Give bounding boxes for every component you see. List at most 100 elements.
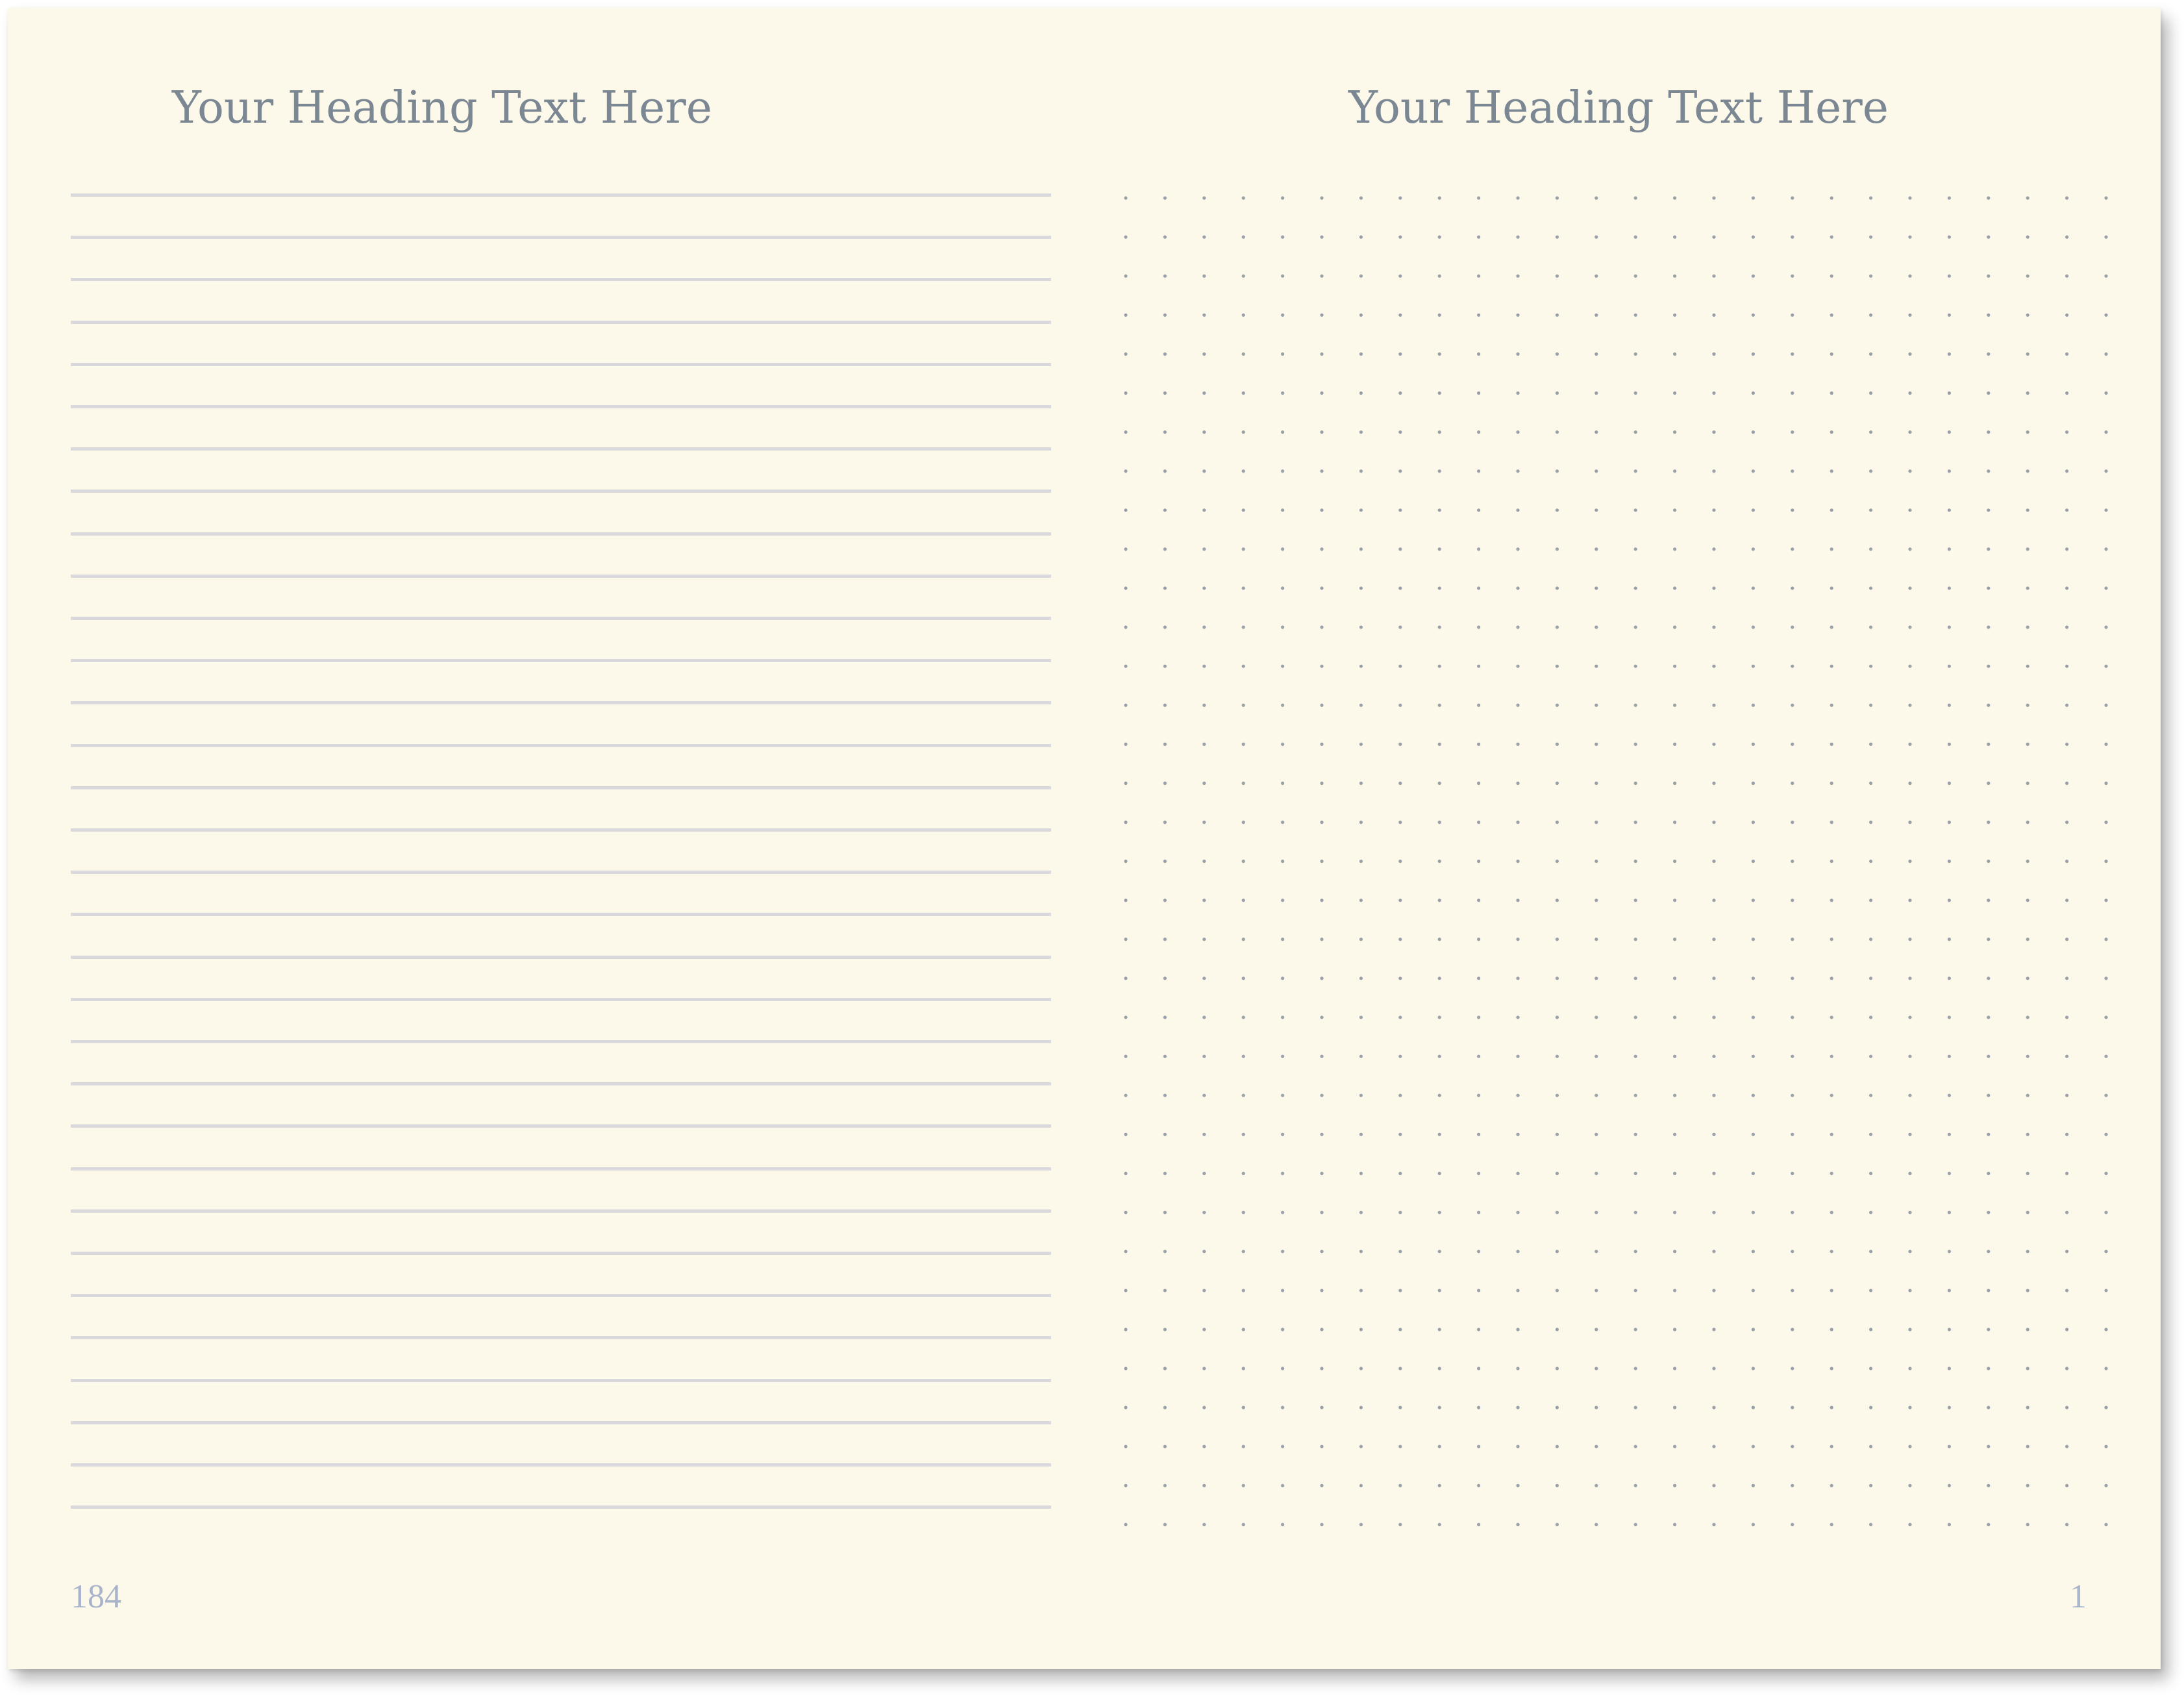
- ruled-line: [71, 617, 1051, 620]
- grid-dot: [1202, 781, 1206, 786]
- grid-dot: [1987, 352, 1991, 356]
- grid-dot: [2065, 1211, 2069, 1215]
- notebook-spread: Your Heading Text Here 184 Your Heading …: [8, 8, 2161, 1669]
- grid-dot: [1124, 196, 1128, 200]
- grid-dot: [1595, 196, 1598, 200]
- grid-dot: [1751, 976, 1755, 980]
- grid-dot: [2026, 547, 2029, 551]
- grid-dot: [1673, 1406, 1677, 1409]
- grid-dot: [1947, 625, 1951, 629]
- grid-dot: [1830, 1522, 1833, 1526]
- grid-dot: [1359, 391, 1363, 395]
- grid-dot: [1791, 508, 1794, 512]
- grid-dot: [1281, 1211, 1285, 1215]
- grid-dot: [1241, 352, 1245, 356]
- grid-dot: [1595, 508, 1598, 512]
- grid-dot: [1124, 430, 1128, 434]
- grid-dot: [2026, 391, 2029, 395]
- grid-dot: [1869, 274, 1873, 278]
- grid-dot: [1791, 1211, 1794, 1215]
- grid-dot: [1241, 196, 1245, 200]
- grid-dot: [1947, 391, 1951, 395]
- grid-dot: [1712, 703, 1716, 707]
- grid-dot: [1751, 274, 1755, 278]
- grid-dot: [1595, 391, 1598, 395]
- grid-dot: [1947, 1093, 1951, 1097]
- grid-dot: [2026, 1171, 2029, 1176]
- grid-dot: [1320, 1054, 1324, 1058]
- grid-dot: [1124, 508, 1128, 512]
- grid-dot: [1477, 235, 1481, 239]
- grid-dot: [1320, 1015, 1324, 1019]
- grid-dot: [1437, 508, 1441, 512]
- grid-dot: [1398, 1171, 1402, 1176]
- grid-dot: [1437, 1015, 1441, 1019]
- grid-dot: [1477, 664, 1481, 668]
- grid-dot: [1987, 1444, 1991, 1448]
- grid-dot: [1202, 547, 1206, 551]
- grid-dot: [1437, 1522, 1441, 1526]
- grid-dot: [1437, 821, 1441, 824]
- grid-dot: [1241, 1250, 1245, 1254]
- grid-dot: [1673, 1522, 1677, 1526]
- grid-dot: [1163, 391, 1167, 395]
- grid-dot: [1908, 664, 1912, 668]
- grid-dot: [1202, 821, 1206, 824]
- grid-dot: [2065, 1132, 2069, 1136]
- grid-dot: [1633, 352, 1637, 356]
- grid-dot: [2104, 235, 2108, 239]
- grid-dot: [1830, 1015, 1833, 1019]
- grid-dot: [2026, 1211, 2029, 1215]
- grid-dot: [1398, 625, 1402, 629]
- grid-dot: [1987, 1522, 1991, 1526]
- grid-dot: [1987, 235, 1991, 239]
- grid-dot: [2026, 1406, 2029, 1409]
- grid-dot: [1555, 586, 1559, 590]
- grid-dot: [1633, 1406, 1637, 1409]
- grid-dot: [2104, 430, 2108, 434]
- grid-dot: [2065, 781, 2069, 786]
- grid-dot: [1516, 1093, 1520, 1097]
- grid-dot: [2065, 586, 2069, 590]
- grid-dot: [1437, 664, 1441, 668]
- grid-dot: [1241, 1015, 1245, 1019]
- grid-dot: [1477, 898, 1481, 902]
- grid-dot: [1320, 469, 1324, 473]
- grid-dot: [1751, 860, 1755, 863]
- grid-dot: [1673, 274, 1677, 278]
- grid-dot: [2065, 1171, 2069, 1176]
- grid-dot: [1437, 469, 1441, 473]
- grid-dot: [1516, 1289, 1520, 1293]
- grid-dot: [1163, 821, 1167, 824]
- grid-dot: [1791, 196, 1794, 200]
- grid-dot: [1516, 625, 1520, 629]
- grid-dot: [1987, 781, 1991, 786]
- grid-dot: [1869, 703, 1873, 707]
- grid-dot: [1947, 235, 1951, 239]
- grid-dot: [1633, 469, 1637, 473]
- grid-dot: [1633, 547, 1637, 551]
- grid-dot: [1281, 313, 1285, 317]
- grid-dot: [1124, 703, 1128, 707]
- grid-dot: [1908, 625, 1912, 629]
- grid-dot: [1359, 1522, 1363, 1526]
- grid-dot: [1320, 196, 1324, 200]
- grid-dot: [1398, 469, 1402, 473]
- grid-dot: [1595, 1367, 1598, 1370]
- grid-dot: [1633, 703, 1637, 707]
- grid-dot: [2104, 1250, 2108, 1254]
- grid-dot: [1595, 1289, 1598, 1293]
- grid-dot: [1163, 976, 1167, 980]
- grid-dot: [1555, 860, 1559, 863]
- grid-dot: [1947, 508, 1951, 512]
- grid-dot: [1477, 1171, 1481, 1176]
- grid-dot: [1791, 625, 1794, 629]
- grid-dot: [1908, 703, 1912, 707]
- grid-dot: [1869, 469, 1873, 473]
- grid-dot: [1712, 625, 1716, 629]
- grid-dot: [1359, 196, 1363, 200]
- grid-dot: [1791, 1328, 1794, 1332]
- grid-dot: [1163, 1211, 1167, 1215]
- grid-dot: [1791, 821, 1794, 824]
- grid-dot: [1830, 664, 1833, 668]
